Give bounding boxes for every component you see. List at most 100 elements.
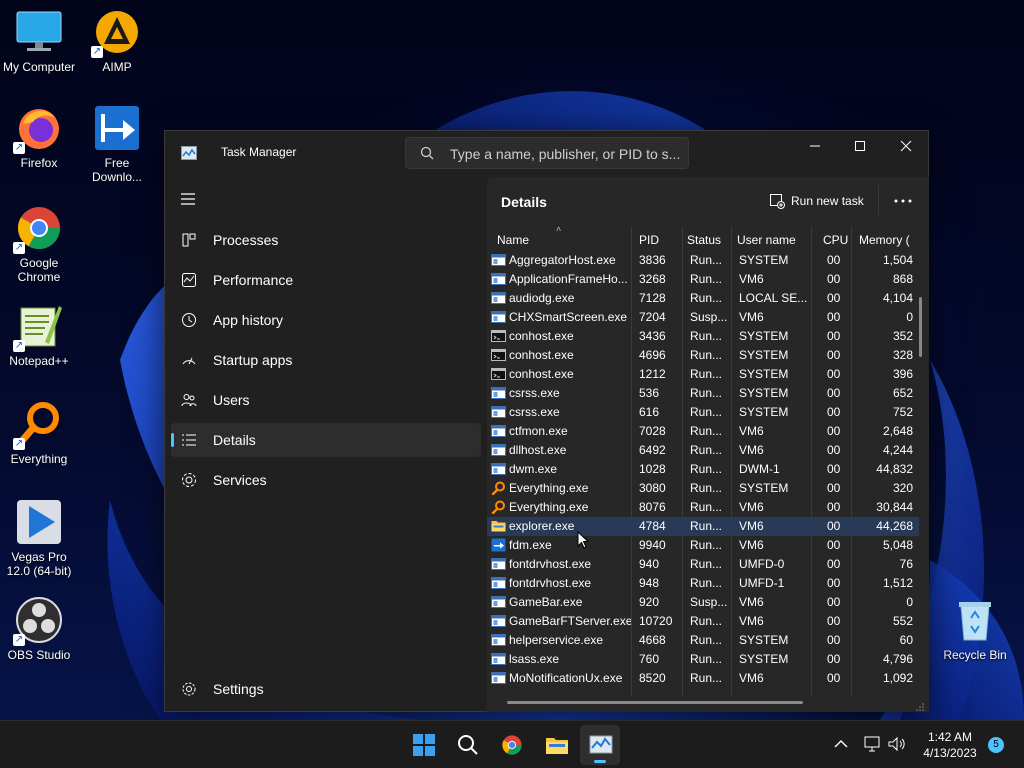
table-row[interactable]: explorer.exe 4784 Run... VM6 00 44,268 — [487, 517, 919, 536]
table-row[interactable]: ctfmon.exe 7028 Run... VM6 00 2,648 — [487, 422, 919, 441]
table-row[interactable]: GameBar.exe 920 Susp... VM6 00 0 — [487, 593, 919, 612]
desktop-icon-everything[interactable]: ↗ Everything — [0, 400, 78, 466]
table-row[interactable]: MoNotificationUx.exe 8520 Run... VM6 00 1,092 — [487, 669, 919, 688]
user-name-cell: VM6 — [739, 595, 764, 609]
user-name-cell: VM6 — [739, 671, 764, 685]
search-button[interactable] — [448, 725, 488, 765]
table-row[interactable]: fdm.exe 9940 Run... VM6 00 5,048 — [487, 536, 919, 555]
table-row[interactable]: dwm.exe 1028 Run... DWM-1 00 44,832 — [487, 460, 919, 479]
maximize-button[interactable] — [837, 131, 883, 161]
table-row[interactable]: fontdrvhost.exe 948 Run... UMFD-1 00 1,512 — [487, 574, 919, 593]
status-cell: Run... — [690, 519, 723, 533]
desktop-icon-google-chrome[interactable]: ↗ Google Chrome — [0, 204, 78, 284]
start-button[interactable] — [404, 725, 444, 765]
desktop-icon-notepad-plus-plus[interactable]: ↗ Notepad++ — [0, 302, 78, 368]
sidebar-item-settings[interactable]: Settings — [171, 672, 481, 706]
desktop-icon-obs-studio[interactable]: ↗ OBS Studio — [0, 596, 78, 662]
table-row[interactable]: csrss.exe 536 Run... SYSTEM 00 652 — [487, 384, 919, 403]
hamburger-menu-icon[interactable] — [179, 191, 199, 207]
horizontal-scrollbar[interactable] — [507, 701, 803, 704]
sidebar-item-services[interactable]: Services — [171, 463, 481, 497]
column-header-memory[interactable]: Memory ( — [859, 233, 910, 247]
status-cell: Run... — [690, 671, 723, 685]
chevron-up-icon[interactable] — [834, 739, 848, 749]
search-box[interactable] — [405, 137, 689, 169]
desktop-icon-recycle-bin[interactable]: Recycle Bin — [936, 596, 1014, 662]
memory-cell: 30,844 — [876, 500, 913, 514]
process-app-icon — [491, 253, 506, 267]
sidebar-item-users[interactable]: Users — [171, 383, 481, 417]
table-row[interactable]: conhost.exe 3436 Run... SYSTEM 00 352 — [487, 327, 919, 346]
everything-icon — [491, 481, 506, 496]
notification-badge[interactable]: 5 — [988, 737, 1004, 753]
table-row[interactable]: conhost.exe 1212 Run... SYSTEM 00 396 — [487, 365, 919, 384]
column-header-name[interactable]: Name — [497, 233, 529, 247]
table-row[interactable]: Everything.exe 8076 Run... VM6 00 30,844 — [487, 498, 919, 517]
desktop-icon-firefox[interactable]: ↗ Firefox — [0, 104, 78, 170]
title-bar[interactable]: Task Manager — [165, 131, 928, 177]
table-row[interactable]: lsass.exe 760 Run... SYSTEM 00 4,796 — [487, 650, 919, 669]
system-clock[interactable]: 1:42 AM 4/13/2023 — [916, 729, 984, 761]
file-explorer-taskbar-button[interactable] — [536, 725, 576, 765]
sidebar-item-app-history[interactable]: App history — [171, 303, 481, 337]
desktop-icon-free-download-manager[interactable]: Free Downlo... — [78, 104, 156, 184]
sidebar-item-label: Startup apps — [213, 352, 293, 368]
sidebar-item-startup-apps[interactable]: Startup apps — [171, 343, 481, 377]
desktop-icon-my-computer[interactable]: My Computer — [0, 8, 78, 74]
close-button[interactable] — [883, 131, 929, 161]
desktop-icon-aimp[interactable]: ↗ AIMP — [78, 8, 156, 74]
column-header-cpu[interactable]: CPU — [823, 233, 848, 247]
table-row[interactable]: GameBarFTServer.exe 10720 Run... VM6 00 552 — [487, 612, 919, 631]
sidebar-item-label: Processes — [213, 232, 279, 248]
resize-grip-icon[interactable] — [915, 699, 925, 711]
everything-icon — [491, 500, 506, 515]
cpu-cell: 00 — [827, 329, 841, 343]
network-icon[interactable] — [864, 736, 882, 752]
status-cell: Run... — [690, 633, 723, 647]
process-name-cell: MoNotificationUx.exe — [509, 671, 623, 685]
process-app-icon — [491, 652, 506, 666]
table-row[interactable]: helperservice.exe 4668 Run... SYSTEM 00 60 — [487, 631, 919, 650]
task-manager-taskbar-button[interactable] — [580, 725, 620, 765]
memory-cell: 868 — [892, 272, 913, 286]
vertical-scrollbar[interactable] — [919, 297, 922, 357]
table-row[interactable]: ApplicationFrameHo... 3268 Run... VM6 00 868 — [487, 270, 919, 289]
column-header-status[interactable]: Status — [687, 233, 721, 247]
minimize-button[interactable] — [792, 131, 838, 161]
table-row[interactable]: fontdrvhost.exe 940 Run... UMFD-0 00 76 — [487, 555, 919, 574]
sidebar-item-performance[interactable]: Performance — [171, 263, 481, 297]
process-name-cell: fontdrvhost.exe — [509, 576, 592, 590]
run-task-icon — [769, 193, 785, 209]
aimp-icon: ↗ — [91, 8, 141, 58]
volume-icon[interactable] — [888, 736, 906, 752]
run-new-task-button[interactable]: Run new task — [765, 187, 875, 215]
column-header-user-name[interactable]: User name — [737, 233, 796, 247]
pid-cell: 7128 — [639, 291, 666, 305]
chrome-taskbar-button[interactable] — [492, 725, 532, 765]
sidebar-item-label: Details — [213, 432, 256, 448]
table-row[interactable]: AggregatorHost.exe 3836 Run... SYSTEM 00 1,50… — [487, 251, 919, 270]
firefox-icon: ↗ — [13, 104, 63, 154]
table-row[interactable]: Everything.exe 3080 Run... SYSTEM 00 320 — [487, 479, 919, 498]
shortcut-arrow-icon: ↗ — [13, 242, 25, 254]
startup-icon — [181, 352, 197, 368]
search-input[interactable] — [450, 144, 680, 164]
cpu-cell: 00 — [827, 595, 841, 609]
desktop-icon-vegas-pro[interactable]: Vegas Pro 12.0 (64-bit) — [0, 498, 78, 578]
process-app-icon — [491, 614, 506, 628]
sidebar-item-processes[interactable]: Processes — [171, 223, 481, 257]
table-row[interactable]: conhost.exe 4696 Run... SYSTEM 00 328 — [487, 346, 919, 365]
sidebar-item-details[interactable]: Details — [171, 423, 481, 457]
table-row[interactable]: CHXSmartScreen.exe 7204 Susp... VM6 00 0 — [487, 308, 919, 327]
table-row[interactable]: audiodg.exe 7128 Run... LOCAL SE... 00 4,104 — [487, 289, 919, 308]
process-name-cell: dwm.exe — [509, 462, 558, 476]
table-row[interactable]: csrss.exe 616 Run... SYSTEM 00 752 — [487, 403, 919, 422]
status-cell: Run... — [690, 253, 723, 267]
process-app-icon — [491, 443, 506, 457]
column-header-pid[interactable]: PID — [639, 233, 659, 247]
pid-cell: 9940 — [639, 538, 666, 552]
more-options-button[interactable] — [887, 189, 919, 213]
process-name-cell: fdm.exe — [509, 538, 552, 552]
table-row[interactable]: dllhost.exe 6492 Run... VM6 00 4,244 — [487, 441, 919, 460]
desktop-icon-label: Vegas Pro 12.0 (64-bit) — [6, 550, 72, 578]
